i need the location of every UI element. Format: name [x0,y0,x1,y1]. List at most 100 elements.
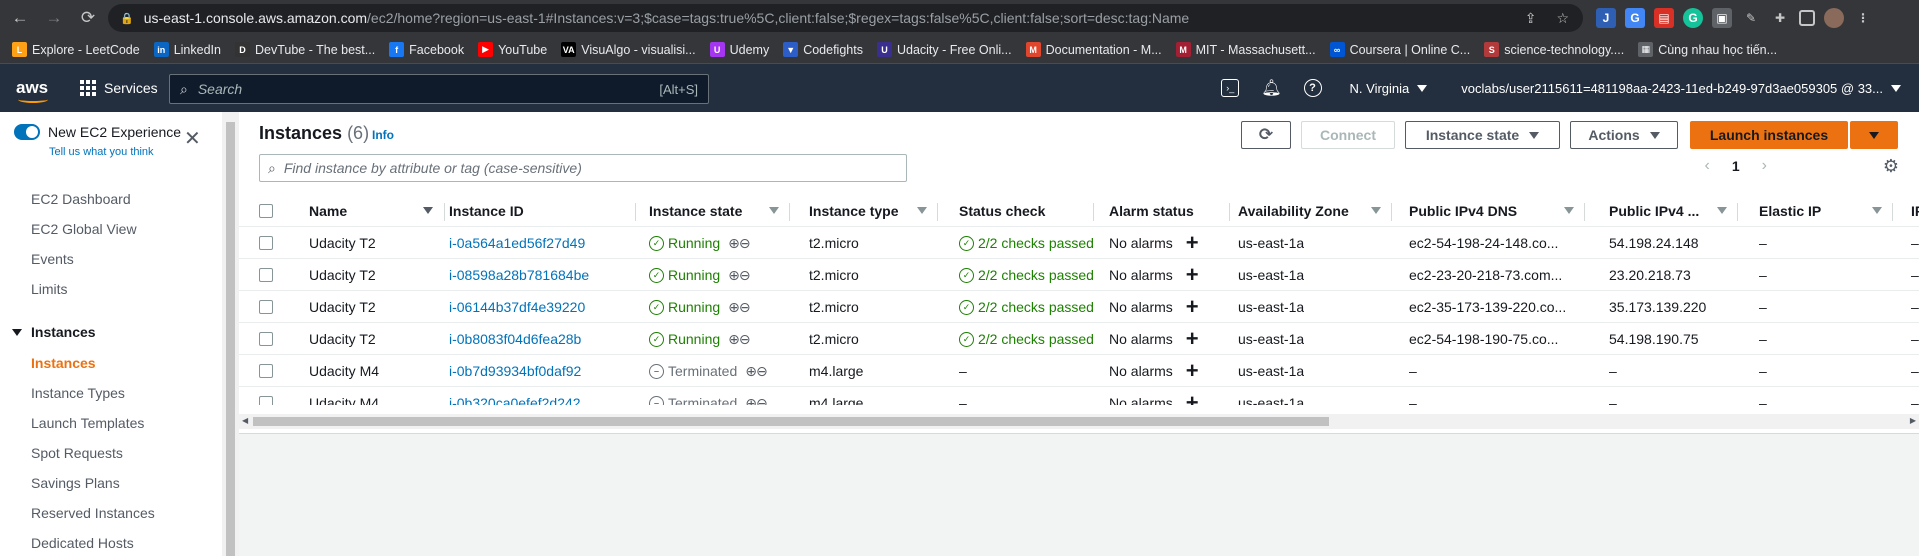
feedback-link[interactable]: Tell us what you think [49,146,154,158]
sidebar-item-ec2-dashboard[interactable]: EC2 Dashboard [31,191,131,207]
table-horizontal-scrollbar[interactable]: ◀ ▶ [239,414,1919,429]
sidebar-item-reserved-instances[interactable]: Reserved Instances [31,505,155,521]
zoom-icon[interactable]: ⊕⊖ [745,395,766,406]
scroll-left-icon[interactable]: ◀ [242,416,248,425]
column-header-public-ipv4-dns[interactable]: Public IPv4 DNS [1409,195,1585,227]
sidebar-item-limits[interactable]: Limits [31,281,68,297]
aws-search-input[interactable]: ⌕ Search [Alt+S] [169,74,709,104]
info-link[interactable]: Info [372,128,394,142]
translate-icon[interactable]: G [1625,8,1645,28]
sidebar-item-savings-plans[interactable]: Savings Plans [31,475,120,491]
bookmark-item[interactable]: M MIT - Massachusett... [1175,42,1316,57]
row-checkbox[interactable] [259,291,273,323]
extension-red-icon[interactable]: ▤ [1654,8,1674,28]
table-row[interactable]: Udacity T2 i-06144b37df4e39220 ✓ Running ⊕⊖ t… [239,291,1919,323]
share-icon[interactable]: ⇪ [1525,10,1537,27]
id-cell[interactable]: i-06144b37df4e39220 [449,291,585,323]
extension-gray-icon[interactable]: ▣ [1712,8,1732,28]
add-alarm-icon[interactable]: + [1186,358,1199,384]
zoom-icon[interactable]: ⊕⊖ [728,235,749,252]
bookmark-item[interactable]: ∞ Coursera | Online C... [1329,42,1470,57]
column-header-status-check[interactable]: Status check [959,195,1094,227]
address-bar[interactable]: 🔒 us-east-1.console.aws.amazon.com/ec2/h… [108,4,1583,32]
add-alarm-icon[interactable]: + [1186,262,1199,288]
column-header-availability-zone[interactable]: Availability Zone [1238,195,1392,227]
scroll-right-icon[interactable]: ▶ [1910,416,1916,425]
row-checkbox[interactable] [259,387,273,405]
row-checkbox[interactable] [259,323,273,355]
zoom-icon[interactable]: ⊕⊖ [728,299,749,316]
sidebar-item-dedicated-hosts[interactable]: Dedicated Hosts [31,535,134,551]
prev-page-icon[interactable]: ‹ [1705,157,1710,175]
bookmark-item[interactable]: U Udemy [709,42,769,57]
column-header-instance-type[interactable]: Instance type [809,195,938,227]
bookmark-item[interactable]: U Udacity - Free Onli... [876,42,1012,57]
zoom-icon[interactable]: ⊕⊖ [728,267,749,284]
row-checkbox[interactable] [259,227,273,259]
column-header-instance-id[interactable]: Instance ID [449,195,636,227]
row-checkbox[interactable] [259,355,273,387]
sidebar-item-ec2-global-view[interactable]: EC2 Global View [31,221,137,237]
bookmark-item[interactable]: VA VisuAlgo - visualisi... [561,42,696,57]
profile-avatar[interactable] [1824,8,1844,28]
table-row[interactable]: Udacity T2 i-08598a28b781684be ✓ Running ⊕⊖ t… [239,259,1919,291]
id-cell[interactable]: i-0b320ca0efef2d242 [449,387,581,405]
table-row[interactable]: Udacity T2 i-0a564a1ed56f27d49 ✓ Running ⊕⊖ t… [239,227,1919,259]
column-header-public-ipv4[interactable]: Public IPv4 ... [1609,195,1738,227]
bookmark-star-icon[interactable]: ☆ [1556,10,1569,27]
refresh-button[interactable]: ⟳ [1241,121,1291,149]
forward-icon[interactable]: → [40,4,68,32]
column-header-elastic-ip[interactable]: Elastic IP [1759,195,1893,227]
extension-j-icon[interactable]: J [1596,8,1616,28]
table-row[interactable]: Udacity T2 i-0b8083f04d6fea28b ✓ Running ⊕⊖ t… [239,323,1919,355]
help-icon[interactable]: ? [1303,79,1322,97]
instance-state-button[interactable]: Instance state [1405,121,1560,149]
connect-button[interactable]: Connect [1301,121,1395,149]
bookmark-item[interactable]: L Explore - LeetCode [12,42,140,57]
extensions-puzzle-icon[interactable]: ✚ [1770,8,1790,28]
column-header-name[interactable]: Name [309,195,445,227]
select-all-checkbox[interactable] [259,195,273,227]
id-cell[interactable]: i-08598a28b781684be [449,259,589,291]
account-menu[interactable]: voclabs/user2115611=481198aa-2423-11ed-b… [1461,81,1901,96]
bookmark-item[interactable]: ▦ Cùng nhau học tiến... [1638,42,1777,57]
page-number[interactable]: 1 [1732,158,1740,174]
id-cell[interactable]: i-0a564a1ed56f27d49 [449,227,585,259]
column-header-instance-state[interactable]: Instance state [649,195,790,227]
add-alarm-icon[interactable]: + [1186,230,1199,256]
scrollbar-thumb[interactable] [253,417,1329,426]
sidebar-item-instance-types[interactable]: Instance Types [31,385,125,401]
sidebar-scrollbar[interactable] [222,112,239,556]
bookmark-item[interactable]: in LinkedIn [153,42,221,57]
table-row[interactable]: Udacity M4 i-0b7d93934bf0daf92– Terminated… [239,355,1919,387]
column-header-alarm-status[interactable]: Alarm status [1109,195,1230,227]
add-alarm-icon[interactable]: + [1186,326,1199,352]
sidepanel-icon[interactable] [1799,10,1815,26]
region-selector[interactable]: N. Virginia [1350,81,1428,96]
bookmark-item[interactable]: ▶ YouTube [478,42,547,57]
eyedropper-icon[interactable]: ✎ [1741,8,1761,28]
id-cell[interactable]: i-0b7d93934bf0daf92 [449,355,581,387]
column-header-ip[interactable]: IP [1911,195,1919,227]
bookmark-item[interactable]: f Facebook [389,42,464,57]
add-alarm-icon[interactable]: + [1186,294,1199,320]
id-cell[interactable]: i-0b8083f04d6fea28b [449,323,581,355]
notifications-bell-icon[interactable]: 🔔︎ [1261,78,1281,98]
grammarly-icon[interactable]: G [1683,8,1703,28]
bookmark-item[interactable]: Sscience-technology.... [1484,42,1624,57]
add-alarm-icon[interactable]: + [1186,390,1199,405]
back-icon[interactable]: ← [6,4,34,32]
bookmark-item[interactable]: D DevTube - The best... [234,42,375,57]
table-row[interactable]: Udacity M4 i-0b320ca0efef2d242– Terminated… [239,387,1919,405]
aws-logo[interactable]: aws [16,78,56,103]
launch-instances-button[interactable]: Launch instances [1690,121,1848,149]
reload-icon[interactable]: ⟳ [74,4,102,32]
new-experience-toggle[interactable] [14,124,40,140]
menu-kebab-icon[interactable]: ⋮ [1853,8,1873,28]
cloudshell-icon[interactable]: ›_ [1221,79,1240,97]
close-icon[interactable]: ✕ [184,126,201,151]
row-checkbox[interactable] [259,259,273,291]
instance-filter-input[interactable]: ⌕ Find instance by attribute or tag (cas… [259,154,907,182]
sidebar-item-instances[interactable]: Instances [31,355,96,371]
sidebar-section-instances[interactable]: Instances [12,324,96,340]
